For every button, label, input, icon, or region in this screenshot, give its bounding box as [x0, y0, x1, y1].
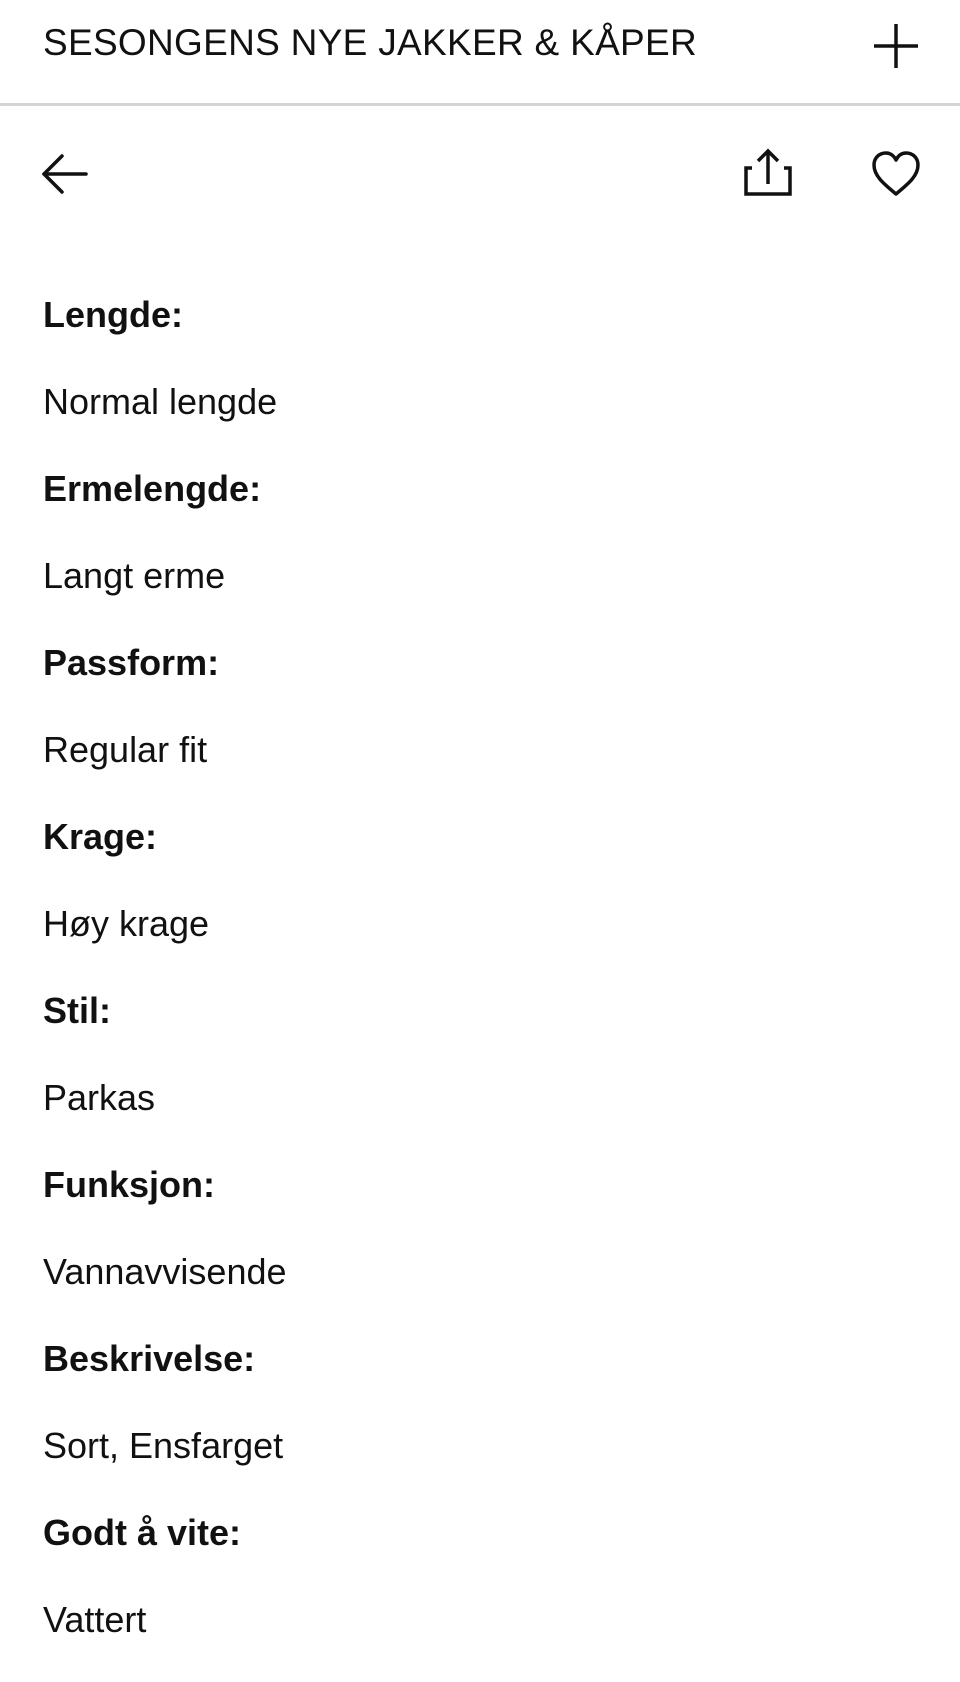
spec-label: Godt å vite:: [43, 1512, 242, 1553]
spec-value: Regular fit: [43, 729, 208, 770]
spec-value: Vannavvisende: [43, 1251, 287, 1292]
spec-item-style: Stil: Parkas: [43, 986, 923, 1123]
spec-value: Normal lengde: [43, 381, 278, 422]
plus-icon[interactable]: [870, 20, 922, 72]
spec-item-sleeve-length: Ermelengde: Langt erme: [43, 464, 923, 601]
spec-value: Parkas: [43, 1077, 156, 1118]
spec-label: Stil:: [43, 990, 111, 1031]
spec-label: Ermelengde:: [43, 468, 262, 509]
spec-label: Passform:: [43, 642, 220, 683]
spec-item-collar: Krage: Høy krage: [43, 812, 923, 949]
spec-value: Vattert: [43, 1599, 147, 1640]
page-title: SESONGENS NYE JAKKER & KÅPER: [43, 22, 698, 63]
spec-label: Krage:: [43, 816, 158, 857]
spec-label: Funksjon:: [43, 1164, 215, 1205]
share-icon[interactable]: [738, 146, 798, 202]
heart-icon[interactable]: [866, 146, 926, 202]
spec-label: Beskrivelse:: [43, 1338, 256, 1379]
product-specs-list: Lengde: Normal lengde Ermelengde: Langt …: [43, 290, 923, 1682]
spec-value: Sort, Ensfarget: [43, 1425, 284, 1466]
spec-label: Lengde:: [43, 294, 183, 335]
spec-item-description: Beskrivelse: Sort, Ensfarget: [43, 1334, 923, 1471]
spec-item-function: Funksjon: Vannavvisende: [43, 1160, 923, 1297]
spec-item-good-to-know: Godt å vite: Vattert: [43, 1508, 923, 1645]
spec-item-fit: Passform: Regular fit: [43, 638, 923, 775]
arrow-left-icon[interactable]: [36, 146, 96, 202]
spec-value: Høy krage: [43, 903, 210, 944]
spec-item-length: Lengde: Normal lengde: [43, 290, 923, 427]
spec-value: Langt erme: [43, 555, 226, 596]
header-bar: SESONGENS NYE JAKKER & KÅPER: [0, 0, 960, 106]
